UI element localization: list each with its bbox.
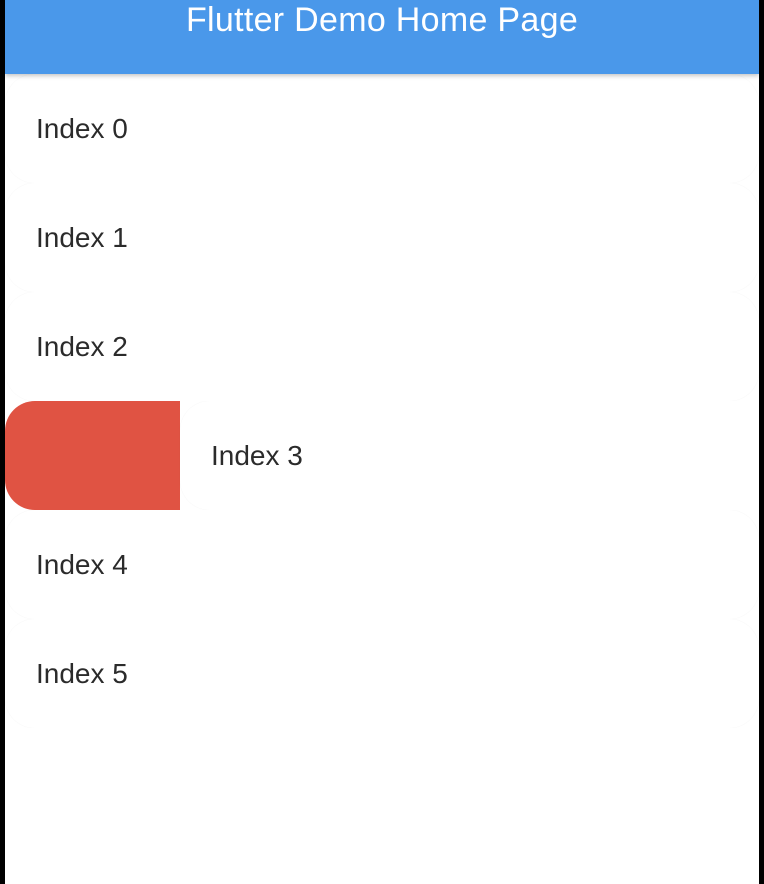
app-screen: Flutter Demo Home Page Index 0 Index 1 I… (5, 0, 759, 884)
list-item-label: Index 0 (36, 113, 128, 144)
app-bar: Flutter Demo Home Page (5, 0, 759, 74)
list-item-label: Index 3 (211, 440, 303, 471)
list-item-label: Index 1 (36, 222, 128, 253)
app-bar-title: Flutter Demo Home Page (185, 1, 579, 39)
list-item[interactable]: Index 4 (5, 510, 759, 619)
dismiss-background (5, 401, 180, 510)
list-item-swiped[interactable]: Index 3 (5, 401, 759, 510)
list-item-label: Index 4 (36, 549, 128, 580)
list-item-label: Index 5 (36, 658, 128, 689)
list-item[interactable]: Index 5 (5, 619, 759, 728)
list-item[interactable]: Index 2 (5, 292, 759, 401)
list-item[interactable]: Index 0 (5, 74, 759, 183)
list-item-label: Index 2 (36, 331, 128, 362)
item-list[interactable]: Index 0 Index 1 Index 2 Index 3 Index 4 … (5, 74, 759, 728)
list-item[interactable]: Index 1 (5, 183, 759, 292)
